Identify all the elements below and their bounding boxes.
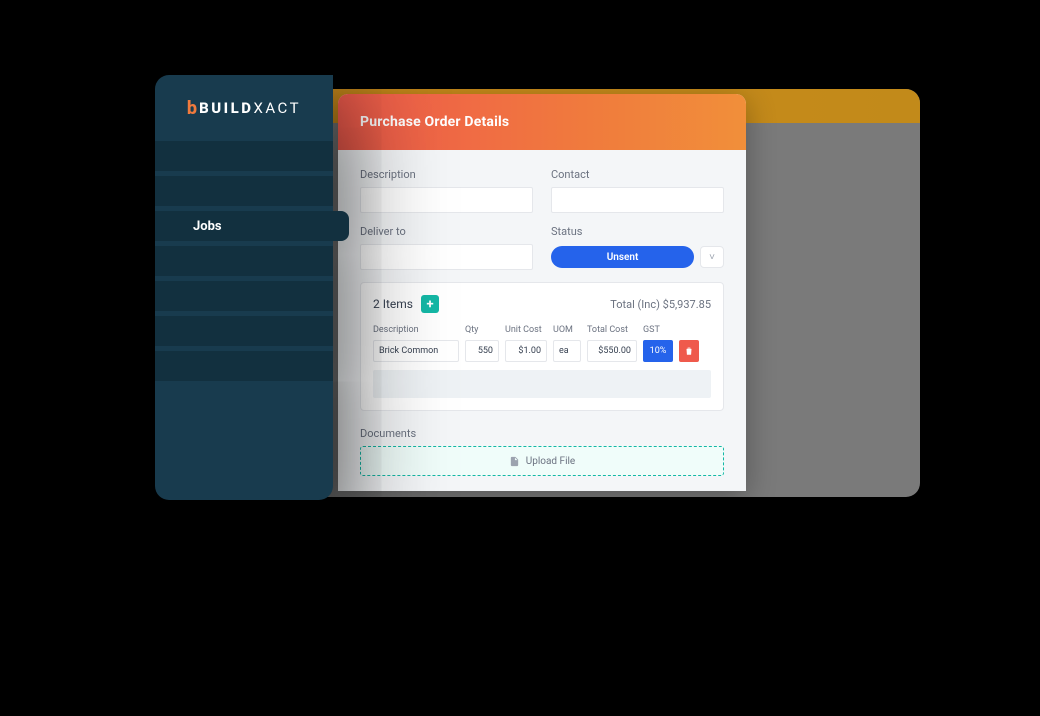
empty-item-row <box>373 370 711 398</box>
upload-file-button[interactable]: Upload File <box>360 446 724 476</box>
sidebar: b BUILDXACT Jobs <box>155 75 333 500</box>
item-gst-button[interactable]: 10% <box>643 340 673 362</box>
item-uom-input[interactable]: ea <box>553 340 581 362</box>
items-total: Total (Inc) $5,937.85 <box>610 298 711 311</box>
sidebar-item[interactable] <box>155 316 333 346</box>
col-gst: GST <box>643 325 673 335</box>
item-description-input[interactable]: Brick Common <box>373 340 459 362</box>
sidebar-item-jobs[interactable]: Jobs <box>155 211 333 241</box>
col-unit-cost: Unit Cost <box>505 325 547 335</box>
description-label: Description <box>360 168 533 181</box>
active-tab-extension <box>331 211 349 241</box>
delete-item-button[interactable] <box>679 340 699 362</box>
contact-label: Contact <box>551 168 724 181</box>
item-qty-input[interactable]: 550 <box>465 340 499 362</box>
upload-icon <box>509 456 520 467</box>
logo-mark: b <box>187 98 197 119</box>
chevron-down-icon[interactable]: ˅ <box>700 246 724 268</box>
description-input[interactable] <box>360 187 533 213</box>
sidebar-nav: Jobs <box>155 141 333 386</box>
panel-title: Purchase Order Details <box>360 114 509 130</box>
trash-icon <box>684 346 694 356</box>
items-count: 2 Items <box>373 297 413 311</box>
purchase-order-panel: Purchase Order Details Description Conta… <box>338 94 746 491</box>
add-item-button[interactable]: + <box>421 295 439 313</box>
col-uom: UOM <box>553 325 581 335</box>
sidebar-item[interactable] <box>155 246 333 276</box>
status-label: Status <box>551 225 724 238</box>
item-total-cost-input[interactable]: $550.00 <box>587 340 637 362</box>
logo: b BUILDXACT <box>155 75 333 141</box>
deliver-to-label: Deliver to <box>360 225 533 238</box>
sidebar-item[interactable] <box>155 281 333 311</box>
panel-body: Description Contact Deliver to Status Un… <box>338 150 746 491</box>
documents-label: Documents <box>360 427 724 440</box>
col-total-cost: Total Cost <box>587 325 637 335</box>
sidebar-item[interactable] <box>155 176 333 206</box>
items-card: 2 Items + Total (Inc) $5,937.85 Descript… <box>360 282 724 411</box>
item-gst-value: 10% <box>650 346 667 356</box>
contact-input[interactable] <box>551 187 724 213</box>
panel-header: Purchase Order Details <box>338 94 746 150</box>
col-description: Description <box>373 325 459 335</box>
logo-text: BUILDXACT <box>199 99 301 117</box>
item-unit-cost-input[interactable]: $1.00 <box>505 340 547 362</box>
deliver-to-input[interactable] <box>360 244 533 270</box>
col-qty: Qty <box>465 325 499 335</box>
upload-file-label: Upload File <box>526 456 576 467</box>
sidebar-item[interactable] <box>155 351 333 381</box>
sidebar-item-label: Jobs <box>193 219 222 234</box>
sidebar-item[interactable] <box>155 141 333 171</box>
item-row: Brick Common 550 $1.00 ea $550.00 10% <box>373 340 711 362</box>
status-select[interactable]: Unsent <box>551 246 694 268</box>
plus-icon: + <box>426 298 433 311</box>
status-value: Unsent <box>607 252 639 263</box>
